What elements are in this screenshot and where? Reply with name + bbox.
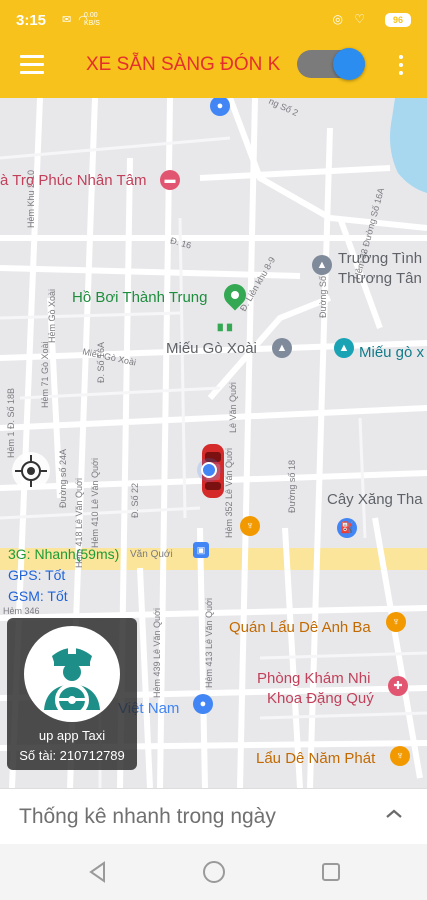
daily-stats-sheet[interactable]: Thống kê nhanh trong ngày <box>0 788 427 844</box>
place-icon[interactable]: ● <box>193 694 213 714</box>
menu-button[interactable] <box>20 52 46 76</box>
app-header: 3:15 ✉ ◠ 0.00 KB/S ◎ ♡ 96 XE SẴN SÀNG ĐÓN… <box>0 0 427 98</box>
more-options-button[interactable] <box>394 54 408 76</box>
street-label: Hẻm 346 <box>3 606 40 616</box>
poi-label[interactable]: Cây Xăng Tha <box>327 491 423 509</box>
sheet-title: Thống kê nhanh trong ngày <box>19 805 276 828</box>
hospital-icon[interactable]: ✚ <box>388 676 408 696</box>
street-label: Đường số 24A <box>58 449 68 508</box>
school-icon[interactable]: ▲ <box>312 255 332 275</box>
street-label: Lê Văn Quới <box>228 382 238 433</box>
restaurant-icon[interactable]: ♆ <box>386 612 406 632</box>
street-label: Hẻm 1 Đ. Số 18B <box>6 387 16 458</box>
street-label: Hẻm 71 Gò Xoài <box>40 341 50 408</box>
poi-label[interactable]: Quán Lẩu Dê Anh Ba <box>229 619 371 637</box>
restaurant-icon[interactable]: ♆ <box>240 516 260 536</box>
taxi-driver-icon <box>44 648 100 717</box>
back-icon[interactable] <box>86 860 110 884</box>
street-label: Hẻm 410 Lê Văn Quới <box>90 458 100 548</box>
app-name: up app Taxi <box>38 728 106 743</box>
system-nav-bar <box>0 844 427 900</box>
poi-label[interactable]: Lẩu Dê Năm Phát <box>256 750 375 768</box>
poi-label[interactable]: Trường Tình <box>338 250 422 268</box>
poi-label[interactable]: Hồ Bơi Thành Trung <box>72 289 207 307</box>
poi-label[interactable]: Miếu gò x <box>359 344 424 362</box>
status-system-icons: ◎ ♡ <box>332 12 369 26</box>
connection-status: 3G: Nhanh(59ms) GPS: Tốt GSM: Tốt <box>8 544 119 607</box>
status-bar: 3:15 ✉ ◠ 0.00 KB/S ◎ ♡ 96 <box>0 0 427 38</box>
status-time: 3:15 <box>16 12 47 29</box>
app-screen: Hẻm Khu 2-10 Đ. Liên khu 8-9 Đường Số 20… <box>0 0 427 900</box>
park-icon: ▘▘ <box>218 324 237 338</box>
street-label: Đ. Số 22 <box>130 482 140 518</box>
page-title: XE SẴN SÀNG ĐÓN KHÁCH <box>86 54 280 75</box>
gas-station-icon[interactable]: ⛽ <box>337 518 357 538</box>
availability-toggle[interactable] <box>297 46 367 82</box>
poi-label[interactable]: Khoa Đặng Quý <box>267 690 374 708</box>
temple-icon[interactable]: ▲ <box>272 338 292 358</box>
street-label: Hẻm 439 Lê Văn Quới <box>152 608 162 698</box>
street-label: Văn Quới <box>130 549 173 560</box>
shrine-icon[interactable]: ▲ <box>334 338 354 358</box>
network-status: 3G: Nhanh(59ms) <box>8 546 120 562</box>
recent-apps-icon[interactable] <box>322 863 340 881</box>
street-label: Hẻm Gò Xoài <box>47 288 57 343</box>
battery-icon: 96 <box>385 13 411 27</box>
driver-plate: Số tài: 210712789 <box>19 748 125 763</box>
poi-label[interactable]: Thương Tân <box>338 270 422 288</box>
driver-avatar <box>24 626 120 722</box>
hotel-icon[interactable]: ▬ <box>160 170 180 190</box>
poi-label[interactable]: Phòng Khám Nhi <box>257 670 370 688</box>
current-location-dot <box>201 462 217 478</box>
gps-status: GPS: Tốt <box>8 567 66 583</box>
street-label: Hẻm 413 Lê Văn Quới <box>204 598 214 688</box>
home-icon[interactable] <box>203 861 225 883</box>
network-speed: 0.00 KB/S <box>84 12 100 27</box>
restaurant-icon[interactable]: ♆ <box>390 746 410 766</box>
bus-stop-icon[interactable]: ▣ <box>193 542 209 558</box>
gsm-status: GSM: Tốt <box>8 588 68 604</box>
street-label: Đường số 18 <box>287 460 297 513</box>
street-label: Đ. Số 16A <box>96 341 106 383</box>
poi-label[interactable]: Miếu Gò Xoài <box>166 340 257 358</box>
my-location-button[interactable] <box>12 452 50 490</box>
driver-card[interactable]: up app Taxi Số tài: 210712789 <box>7 618 137 770</box>
chevron-up-icon[interactable] <box>384 807 404 821</box>
poi-label[interactable]: à Trọ Phúc Nhân Tâm <box>0 172 146 190</box>
